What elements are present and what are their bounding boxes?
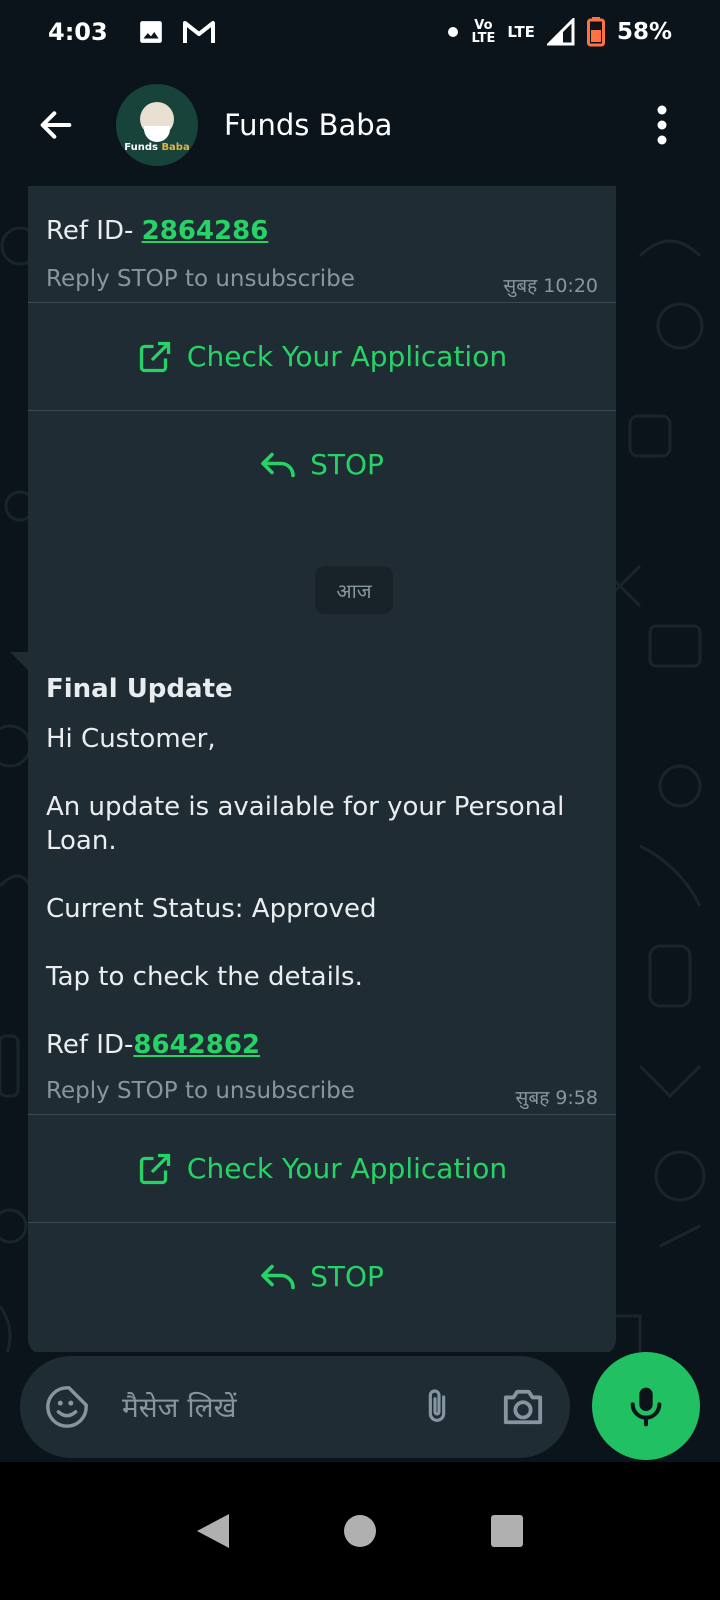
check-application-button[interactable]: Check Your Application [28, 1114, 616, 1222]
emoji-sticker-button[interactable] [42, 1382, 92, 1432]
stop-button[interactable]: STOP [28, 410, 616, 518]
avatar-logo-text: Funds Baba [124, 141, 190, 153]
volte-indicator: Vo LTE [471, 19, 495, 45]
back-arrow-icon [40, 111, 72, 139]
system-nav-bar [0, 1462, 720, 1600]
message-title: Final Update [46, 674, 233, 704]
nav-home-button[interactable] [330, 1501, 390, 1561]
lte-label: LTE [507, 23, 535, 41]
message-time: सुबह 10:20 [503, 275, 598, 297]
message-greeting: Hi Customer, [46, 724, 216, 754]
battery-icon [586, 17, 605, 47]
nav-recents-button[interactable] [477, 1501, 537, 1561]
message-tap: Tap to check the details. [46, 962, 363, 992]
message-composer[interactable]: मैसेज लिखें [20, 1356, 570, 1458]
message-line-2: Loan. [46, 826, 117, 856]
reply-icon [260, 1262, 296, 1292]
message-bubble-2[interactable]: Final Update Hi Customer, An update is a… [28, 652, 616, 1352]
status-right: Vo LTE LTE 58% [447, 17, 672, 47]
check-application-label: Check Your Application [186, 1152, 508, 1185]
ref-prefix: Ref ID- [46, 216, 142, 246]
check-application-button[interactable]: Check Your Application [28, 302, 616, 410]
square-recents-icon [490, 1515, 523, 1547]
message-body-1: Ref ID- 2864286 [28, 186, 616, 248]
ref-line: Ref ID- 2864286 [46, 214, 598, 248]
more-options-button[interactable] [642, 95, 682, 155]
contact-name[interactable]: Funds Baba [224, 108, 642, 142]
voice-message-button[interactable] [592, 1352, 700, 1460]
message-status: Current Status: Approved [46, 894, 377, 924]
ref-id-link[interactable]: 8642862 [133, 1030, 260, 1060]
bubble-tail [10, 652, 28, 670]
paperclip-icon [428, 1389, 446, 1422]
avatar[interactable]: Funds Baba [116, 84, 198, 166]
message-list[interactable]: Ref ID- 2864286 Reply STOP to unsubscrib… [0, 186, 720, 1352]
back-button[interactable] [26, 95, 86, 155]
message-line-1: An update is available for your Personal [46, 792, 565, 822]
message-body-2: Final Update Hi Customer, An update is a… [28, 652, 616, 1062]
chat-header: Funds Baba Funds Baba [0, 64, 720, 186]
camera-icon [503, 1389, 543, 1425]
dot-icon [448, 27, 459, 37]
reply-icon [260, 450, 296, 480]
camera-button[interactable] [498, 1382, 548, 1432]
attach-button[interactable] [412, 1382, 462, 1432]
microphone-icon [630, 1387, 662, 1427]
message-footer-1: Reply STOP to unsubscribe सुबह 10:20 [28, 248, 616, 302]
ref-id-link[interactable]: 2864286 [142, 216, 269, 246]
nav-back-button[interactable] [183, 1501, 243, 1561]
signal-icon [546, 18, 575, 46]
circle-home-icon [343, 1515, 376, 1547]
ref-line: Ref ID-8642862 [46, 1028, 598, 1062]
message-input[interactable]: मैसेज लिखें [122, 1388, 412, 1426]
date-separator: आज [315, 566, 393, 614]
chat-screen: 4:03 Vo LTE LTE 58% Funds Baba Funds Bab… [0, 0, 720, 1600]
open-external-icon [137, 1151, 173, 1187]
sticker-icon [46, 1386, 88, 1428]
status-time: 4:03 [48, 18, 108, 46]
ref-prefix: Ref ID- [46, 1030, 134, 1060]
message-footer-2: Reply STOP to unsubscribe सुबह 9:58 [28, 1062, 616, 1114]
stop-label: STOP [310, 1260, 384, 1293]
open-external-icon [137, 339, 173, 375]
more-vert-icon [657, 105, 667, 145]
stop-button[interactable]: STOP [28, 1222, 616, 1330]
status-bar: 4:03 Vo LTE LTE 58% [0, 0, 720, 64]
image-icon [138, 19, 164, 45]
volte-bottom: LTE [471, 31, 496, 46]
unsubscribe-note: Reply STOP to unsubscribe [46, 266, 355, 292]
triangle-back-icon [197, 1514, 230, 1548]
message-time: सुबह 9:58 [515, 1087, 599, 1109]
battery-percent: 58% [616, 19, 672, 45]
input-bar: मैसेज लिखें [0, 1352, 720, 1462]
check-application-label: Check Your Application [186, 340, 508, 373]
unsubscribe-note: Reply STOP to unsubscribe [46, 1078, 355, 1104]
avatar-face-icon [140, 101, 174, 142]
stop-label: STOP [310, 448, 384, 481]
gmail-icon [182, 19, 216, 45]
